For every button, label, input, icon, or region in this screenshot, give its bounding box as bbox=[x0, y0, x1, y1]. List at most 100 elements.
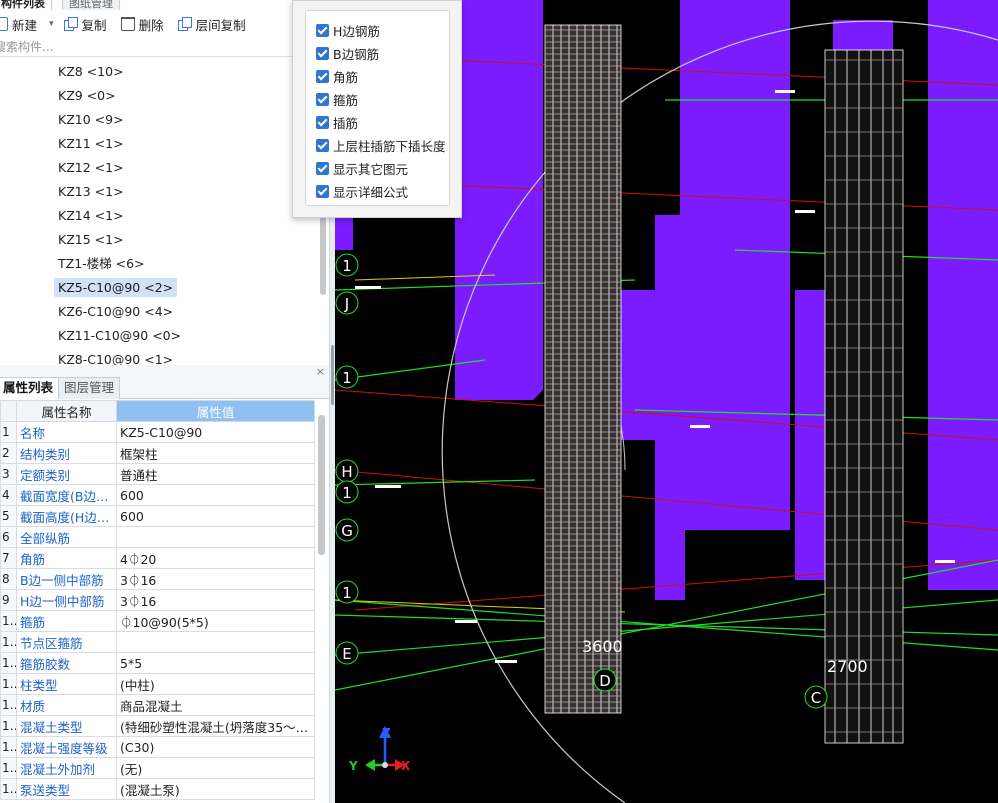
property-value[interactable]: KZ5-C10@90 bbox=[116, 421, 315, 443]
axis-label: J bbox=[344, 295, 349, 313]
property-value[interactable]: ⏀10@90(5*5) bbox=[116, 610, 315, 632]
list-item-selected[interactable]: KZ5-C10@90 <2> bbox=[0, 276, 318, 300]
row-index: 4 bbox=[0, 484, 17, 506]
table-row[interactable]: 13 柱类型 (中柱) bbox=[0, 673, 315, 695]
list-item[interactable]: KZ12 <1> bbox=[0, 156, 318, 180]
table-row[interactable]: 11 节点区箍筋 bbox=[0, 631, 315, 653]
list-item[interactable]: KZ8 <10> bbox=[0, 60, 318, 84]
display-option[interactable]: 箍筋 bbox=[306, 88, 449, 111]
list-item[interactable]: KZ9 <0> bbox=[0, 84, 318, 108]
property-panel: 属性列表 图层管理 × 属性名称 属性值 1 名称 KZ5-C10@90 2 结构类别框… bbox=[0, 365, 330, 803]
checkbox-checked-icon[interactable] bbox=[316, 116, 329, 129]
tab-component-list[interactable]: 构件列表 bbox=[0, 0, 52, 10]
tab-layer-management[interactable]: 图层管理 bbox=[58, 377, 121, 399]
property-value[interactable]: (混凝土泵) bbox=[116, 778, 315, 800]
component-list-panel: 构件列表 图纸管理 新建 ▾ 复制 删除 层间复制 搜索构件... KZ8 <1… bbox=[0, 0, 330, 365]
tab-drawing-management[interactable]: 图纸管理 bbox=[62, 0, 120, 10]
property-name: 截面宽度(B边)(... bbox=[16, 484, 117, 506]
copy-button[interactable]: 复制 bbox=[63, 15, 107, 34]
display-option[interactable]: 角筋 bbox=[306, 65, 449, 88]
property-name: 结构类别 bbox=[16, 442, 117, 464]
table-row[interactable]: 18 泵送类型 (混凝土泵) bbox=[0, 778, 315, 800]
property-value[interactable]: 3⏀16 bbox=[116, 568, 315, 590]
dimension-label: 3600 bbox=[582, 637, 623, 656]
property-value[interactable]: 5*5 bbox=[116, 652, 315, 674]
checkbox-checked-icon[interactable] bbox=[316, 47, 329, 60]
checkbox-checked-icon[interactable] bbox=[316, 93, 329, 106]
property-name: 箍筋 bbox=[16, 610, 117, 632]
display-option[interactable]: 显示详细公式 bbox=[306, 180, 449, 203]
display-option[interactable]: 插筋 bbox=[306, 111, 449, 134]
table-row[interactable]: 1 名称 KZ5-C10@90 bbox=[0, 421, 315, 443]
table-row[interactable]: 12 箍筋胶数 5*5 bbox=[0, 652, 315, 674]
row-index: 11 bbox=[0, 631, 17, 653]
table-row[interactable]: 2 结构类别 框架柱 bbox=[0, 442, 315, 464]
table-row[interactable]: 10 箍筋 ⏀10@90(5*5) bbox=[0, 610, 315, 632]
table-row[interactable]: 17 混凝土外加剂 (无) bbox=[0, 757, 315, 779]
checkbox-checked-icon[interactable] bbox=[316, 139, 329, 152]
row-index: 13 bbox=[0, 673, 17, 695]
axis-label: 1 bbox=[342, 584, 352, 602]
list-item[interactable]: KZ14 <1> bbox=[0, 204, 318, 228]
list-item[interactable]: KZ11-C10@90 <0> bbox=[0, 324, 318, 348]
list-item[interactable]: KZ11 <1> bbox=[0, 132, 318, 156]
display-option[interactable]: B边钢筋 bbox=[306, 42, 449, 65]
table-row[interactable]: 4 截面宽度(B边)(... 600 bbox=[0, 484, 315, 506]
property-scrollbar[interactable] bbox=[318, 415, 325, 555]
axis-gizmo[interactable]: Z Y X bbox=[348, 726, 411, 773]
floor-copy-button[interactable]: 层间复制 bbox=[177, 15, 246, 34]
property-name: B边一侧中部筋 bbox=[16, 568, 117, 590]
gizmo-x: X bbox=[401, 759, 411, 773]
table-row[interactable]: 8 B边一侧中部筋 3⏀16 bbox=[0, 568, 315, 590]
property-value[interactable]: 框架柱 bbox=[116, 442, 315, 464]
table-row[interactable]: 9 H边一侧中部筋 3⏀16 bbox=[0, 589, 315, 611]
property-value[interactable]: (中柱) bbox=[116, 673, 315, 695]
dimension-label: 2700 bbox=[827, 657, 868, 676]
display-option-label: 箍筋 bbox=[333, 93, 359, 108]
axis-label: 1 bbox=[342, 369, 352, 387]
table-row[interactable]: 3 定额类别 普通柱 bbox=[0, 463, 315, 485]
checkbox-checked-icon[interactable] bbox=[316, 70, 329, 83]
display-option[interactable]: 显示其它图元 bbox=[306, 157, 449, 180]
property-table: 属性名称 属性值 1 名称 KZ5-C10@90 2 结构类别 框架柱 3 定额类别 普通柱 4 截… bbox=[0, 400, 315, 800]
property-value[interactable] bbox=[116, 631, 315, 653]
component-search-input[interactable]: 搜索构件... bbox=[0, 38, 324, 57]
table-row[interactable]: 15 混凝土类型 (特细砂塑性混凝土(坍落度35～5... bbox=[0, 715, 315, 737]
checkbox-checked-icon[interactable] bbox=[316, 24, 329, 37]
new-dropdown-icon[interactable]: ▾ bbox=[49, 19, 54, 29]
property-value[interactable]: 600 bbox=[116, 484, 315, 506]
property-value[interactable]: (无) bbox=[116, 757, 315, 779]
table-row[interactable]: 7 角筋 4⏀20 bbox=[0, 547, 315, 569]
checkbox-checked-icon[interactable] bbox=[316, 162, 329, 175]
property-value[interactable]: 商品混凝土 bbox=[116, 694, 315, 716]
tab-property-list[interactable]: 属性列表 bbox=[0, 377, 60, 399]
copy-label: 复制 bbox=[81, 17, 107, 33]
table-row[interactable]: 6 全部纵筋 bbox=[0, 526, 315, 548]
table-row[interactable]: 14 材质 商品混凝土 bbox=[0, 694, 315, 716]
display-option[interactable]: H边钢筋 bbox=[306, 19, 449, 42]
property-name: 全部纵筋 bbox=[16, 526, 117, 548]
row-index: 2 bbox=[0, 442, 17, 464]
property-name: 材质 bbox=[16, 694, 117, 716]
trash-icon bbox=[120, 17, 135, 31]
property-value[interactable]: 600 bbox=[116, 505, 315, 527]
new-button[interactable]: 新建 bbox=[0, 15, 37, 34]
list-item[interactable]: TZ1-楼梯 <6> bbox=[0, 252, 318, 276]
property-value[interactable]: 普通柱 bbox=[116, 463, 315, 485]
property-value[interactable]: (C30) bbox=[116, 736, 315, 758]
list-item[interactable]: KZ6-C10@90 <4> bbox=[0, 300, 318, 324]
delete-button[interactable]: 删除 bbox=[120, 15, 164, 34]
property-value[interactable]: (特细砂塑性混凝土(坍落度35～5... bbox=[116, 715, 315, 737]
table-row[interactable]: 16 混凝土强度等级 (C30) bbox=[0, 736, 315, 758]
close-icon[interactable]: × bbox=[316, 365, 325, 378]
property-value[interactable]: 4⏀20 bbox=[116, 547, 315, 569]
table-row[interactable]: 5 截面高度(H边)(... 600 bbox=[0, 505, 315, 527]
list-item[interactable]: KZ8-C10@90 <1> bbox=[0, 348, 318, 365]
list-item[interactable]: KZ15 <1> bbox=[0, 228, 318, 252]
property-value[interactable]: 3⏀16 bbox=[116, 589, 315, 611]
display-option[interactable]: 上层柱插筋下插长度 bbox=[306, 134, 449, 157]
checkbox-checked-icon[interactable] bbox=[316, 185, 329, 198]
list-item[interactable]: KZ10 <9> bbox=[0, 108, 318, 132]
list-item[interactable]: KZ13 <1> bbox=[0, 180, 318, 204]
property-value[interactable] bbox=[116, 526, 315, 548]
